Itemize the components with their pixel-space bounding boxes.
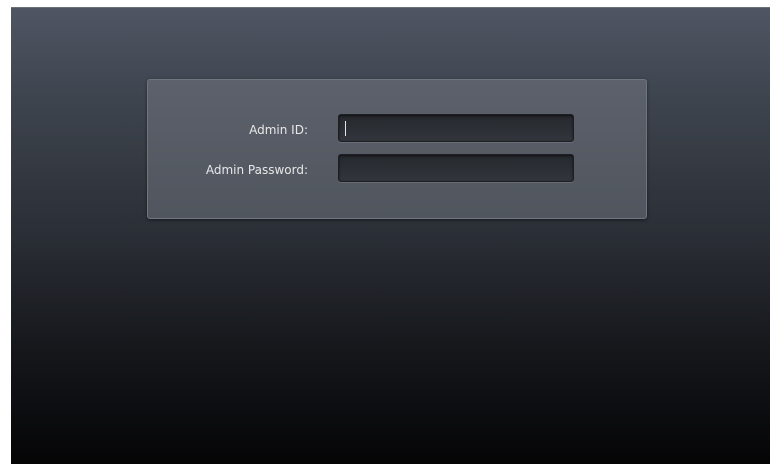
login-panel: Admin ID: Admin Password: — [147, 79, 647, 219]
admin-password-input[interactable] — [338, 154, 574, 182]
login-screen: Admin ID: Admin Password: — [11, 7, 770, 464]
admin-password-label: Admin Password: — [205, 163, 308, 177]
admin-id-label: Admin ID: — [249, 123, 308, 137]
text-cursor — [345, 121, 346, 136]
admin-id-input[interactable] — [338, 114, 574, 142]
